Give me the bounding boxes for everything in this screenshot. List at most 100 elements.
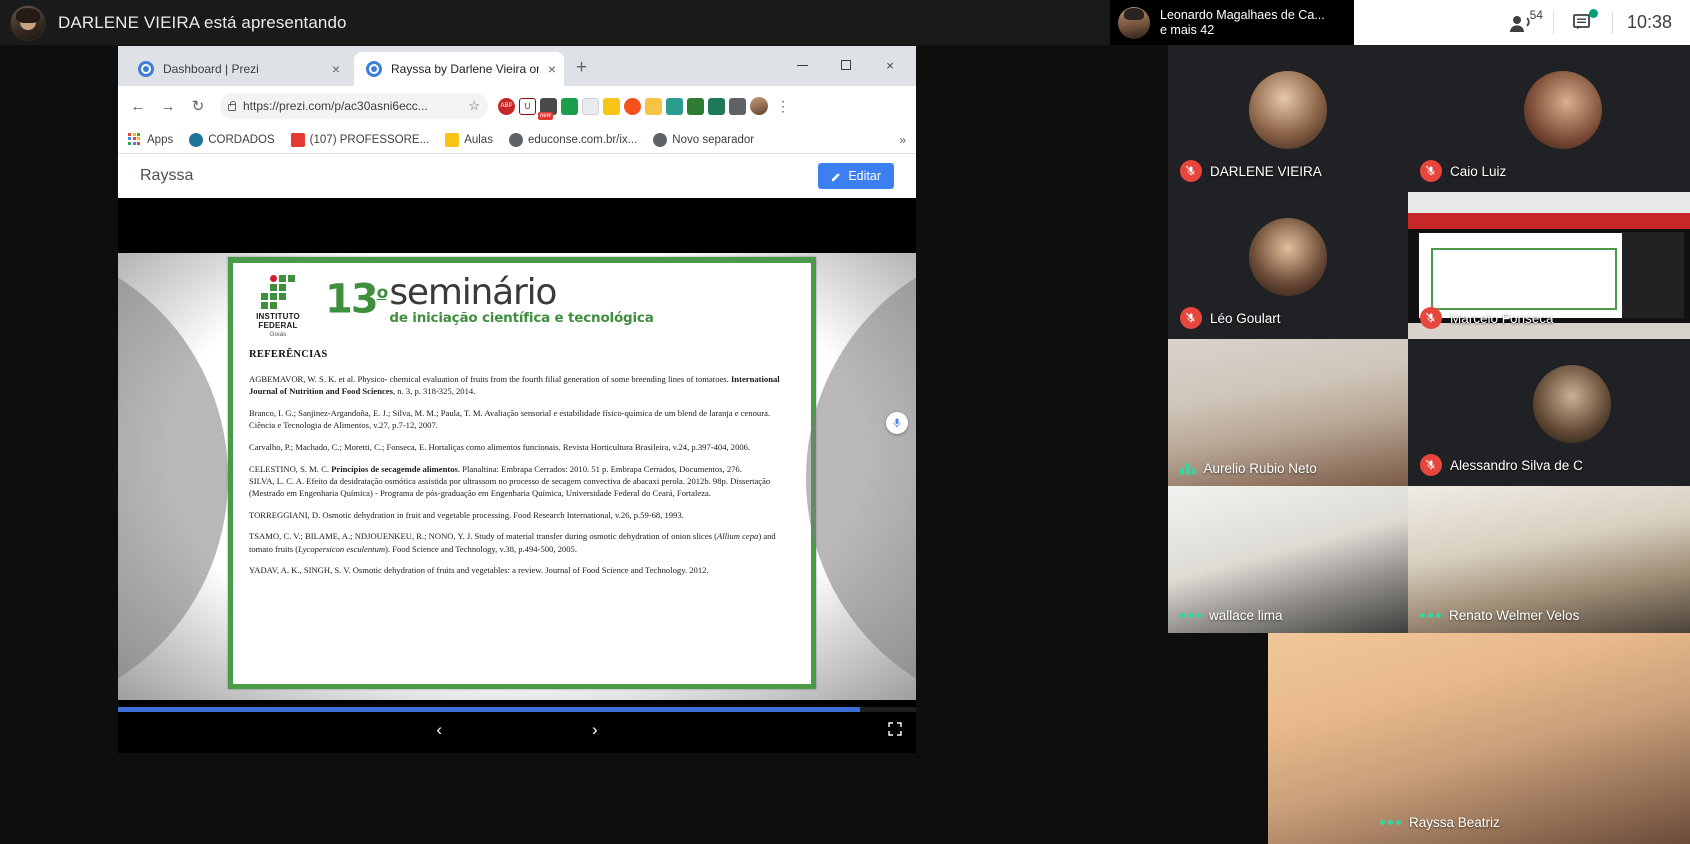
participant-tile-caio[interactable]: Caio Luiz (1408, 45, 1690, 192)
meet-top-bar: DARLENE VIEIRA está apresentando Leonard… (0, 0, 1690, 45)
next-slide-button[interactable]: › (592, 720, 598, 740)
prezi-viewer: INSTITUTO FEDERAL Goiás 13o seminário de… (118, 198, 916, 753)
if-logo-mark-icon (261, 275, 295, 309)
more-options-icon[interactable] (1420, 613, 1441, 618)
youtube-icon (291, 133, 305, 147)
reference-item: TSAMO, C. V.; BILAME, A.; NDJOUENKEU, R.… (249, 530, 797, 554)
prezi-favicon-icon (366, 61, 382, 77)
participant-tile-leo[interactable]: Léo Goulart (1168, 192, 1408, 339)
avatar (1524, 71, 1602, 149)
edit-button[interactable]: Editar (818, 163, 894, 189)
chrome-menu-icon[interactable]: ⋮ (772, 98, 795, 115)
reference-item: CELESTINO, S. M. C. Princípios de secage… (249, 463, 797, 475)
apps-grid-icon (128, 133, 142, 147)
pin-extension-icon[interactable] (603, 98, 620, 115)
tab-dashboard-prezi[interactable]: Dashboard | Prezi × (126, 52, 348, 86)
reload-button[interactable]: ↻ (184, 92, 212, 120)
extensions-bar: ABP U new ⋮ (496, 97, 795, 115)
participant-tile-wallace[interactable]: wallace lima (1168, 486, 1408, 633)
login-icon[interactable] (666, 98, 683, 115)
participant-tile-aurelio[interactable]: Aurelio Rubio Neto (1168, 339, 1408, 486)
slide-header: INSTITUTO FEDERAL Goiás 13o seminário de… (247, 273, 799, 338)
notes-icon[interactable] (687, 98, 704, 115)
bookmark-star-icon[interactable]: ☆ (468, 98, 480, 114)
if-logo-line3: Goiás (247, 331, 309, 338)
participant-name: DARLENE VIEIRA (1210, 164, 1322, 179)
pencil-icon (831, 171, 842, 182)
prezi-canvas[interactable]: INSTITUTO FEDERAL Goiás 13o seminário de… (118, 253, 916, 700)
participant-name-row: Alessandro Silva de C (1420, 454, 1583, 476)
bookmark-cordados[interactable]: CORDADOS (189, 133, 274, 147)
prezi-page-header: Rayssa Editar (118, 154, 916, 198)
participant-name-row: Marcelo Fonseca (1420, 307, 1554, 329)
participant-tile-alessandro[interactable]: Alessandro Silva de C (1408, 339, 1690, 486)
bookmark-aulas[interactable]: Aulas (445, 133, 493, 147)
ublock-icon[interactable]: U (519, 98, 536, 115)
reference-item: SILVA, L. C. A. Efeito da desidratação o… (249, 475, 797, 499)
participant-name: wallace lima (1209, 608, 1283, 623)
folder-icon (445, 133, 459, 147)
table-capture-icon[interactable] (561, 98, 578, 115)
location-pin-icon[interactable] (624, 98, 641, 115)
meet-right-controls: 54 10:38 (1491, 0, 1690, 45)
seminar-ordinal: o (377, 283, 387, 303)
prezi-favicon-icon (138, 61, 154, 77)
columns-icon[interactable] (582, 98, 599, 115)
eye-dropper-icon[interactable] (708, 98, 725, 115)
mic-off-icon (1180, 307, 1202, 329)
tab-close-icon[interactable]: × (332, 62, 340, 76)
self-participant-chip[interactable]: Leonardo Magalhaes de Ca... e mais 42 (1110, 0, 1354, 45)
profile-avatar[interactable] (750, 97, 768, 115)
globe-icon (509, 133, 523, 147)
slide-nav-arrows: ‹ › (436, 720, 597, 740)
lock-icon (228, 104, 236, 111)
more-options-icon[interactable] (1180, 613, 1201, 618)
participant-tile-marcelo[interactable]: Marcelo Fonseca (1408, 192, 1690, 339)
bookmark-label: CORDADOS (208, 134, 274, 146)
participant-name-row: Renato Welmer Velos (1420, 608, 1579, 623)
bookmark-novo-separador[interactable]: Novo separador (653, 133, 754, 147)
participant-tile-darlene[interactable]: DARLENE VIEIRA (1168, 45, 1408, 192)
bookmark-apps[interactable]: Apps (128, 133, 173, 147)
participant-name: Rayssa Beatriz (1409, 815, 1500, 830)
meeting-clock: 10:38 (1613, 12, 1690, 33)
bookmark-educonse[interactable]: educonse.com.br/ix... (509, 133, 637, 147)
bookmark-label: Apps (147, 134, 173, 146)
presentation-progress-bar[interactable] (118, 707, 916, 712)
adblock-icon[interactable]: ABP (498, 98, 515, 115)
bookmarks-overflow-icon[interactable]: » (899, 133, 906, 147)
fullscreen-button[interactable] (888, 722, 902, 739)
window-controls: × (780, 50, 912, 80)
close-window-button[interactable]: × (868, 50, 912, 80)
new-tab-button[interactable]: + (576, 58, 587, 77)
bookmark-professore[interactable]: (107) PROFESSORE... (291, 133, 430, 147)
chat-button[interactable] (1554, 0, 1612, 45)
mic-off-icon (1420, 160, 1442, 182)
prev-slide-button[interactable]: ‹ (436, 720, 442, 740)
more-options-icon[interactable] (1380, 820, 1401, 825)
participant-name-row: Caio Luiz (1420, 160, 1506, 182)
references-heading: REFERÊNCIAS (249, 349, 799, 360)
participant-grid: DARLENE VIEIRA Caio Luiz Léo Goulart (1168, 45, 1690, 844)
minimize-button[interactable] (780, 50, 824, 80)
puzzle-icon[interactable] (729, 98, 746, 115)
avatar (1249, 71, 1327, 149)
participant-name: Alessandro Silva de C (1450, 458, 1583, 473)
prezi-mic-button[interactable] (886, 412, 908, 434)
new-badge: new (538, 112, 553, 120)
people-button[interactable]: 54 (1491, 0, 1553, 45)
participant-tile-rayssa[interactable]: Rayssa Beatriz (1268, 633, 1690, 844)
bookmark-label: Novo separador (672, 134, 754, 146)
forward-button[interactable]: → (154, 92, 182, 120)
camera-extension-icon[interactable]: new (540, 98, 557, 115)
maximize-button[interactable] (824, 50, 868, 80)
tab-rayssa-prezi[interactable]: Rayssa by Darlene Vieira on Prezi × (354, 52, 564, 86)
chat-unread-dot (1589, 9, 1598, 18)
tab-close-icon[interactable]: × (548, 62, 556, 76)
hand-icon[interactable] (645, 98, 662, 115)
address-bar[interactable]: https://prezi.com/p/ac30asni6ecc... ☆ (220, 93, 488, 119)
back-button[interactable]: ← (124, 92, 152, 120)
tab-strip: Dashboard | Prezi × Rayssa by Darlene Vi… (118, 46, 916, 86)
participant-tile-renato[interactable]: Renato Welmer Velos (1408, 486, 1690, 633)
seminar-number-text: 13 (325, 276, 377, 322)
